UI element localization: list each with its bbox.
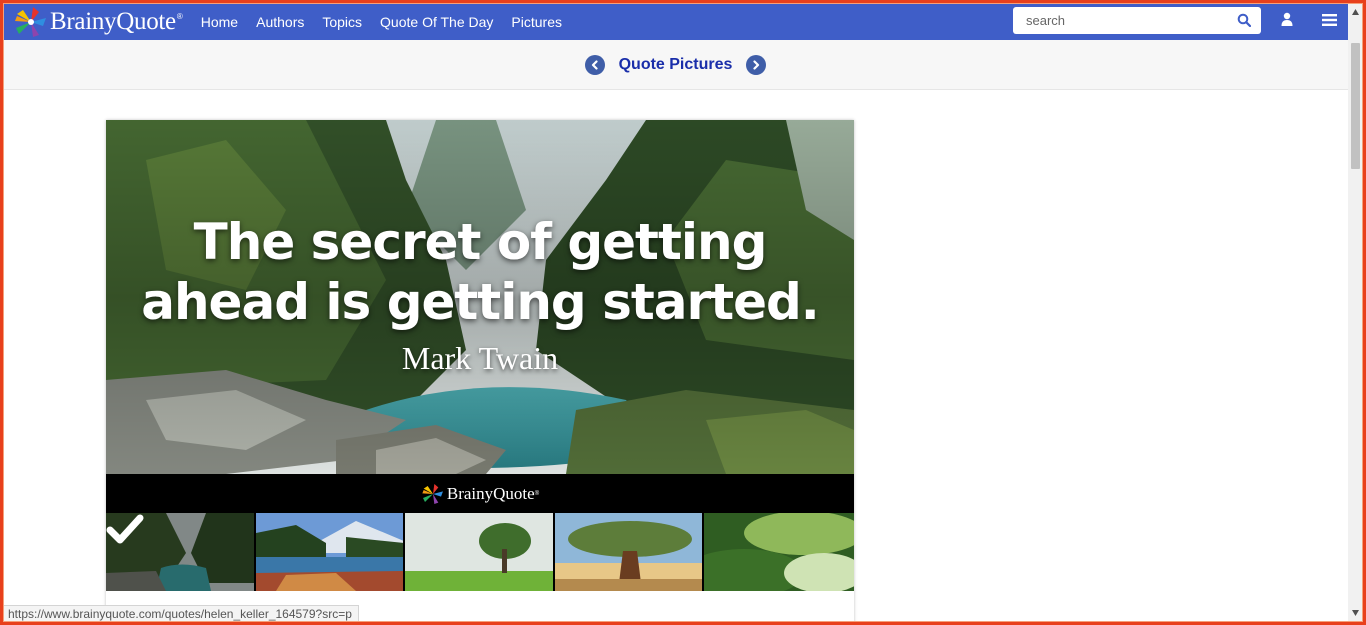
nav-authors[interactable]: Authors (256, 14, 304, 30)
chevron-right-icon (753, 59, 760, 70)
thumbnail-big-tree-sky[interactable] (554, 513, 703, 591)
nav-home[interactable]: Home (201, 14, 238, 30)
brainyquote-logo-icon (15, 6, 46, 37)
quote-text: The secret of getting ahead is getting s… (106, 212, 854, 332)
search-icon[interactable] (1237, 13, 1251, 27)
scrollbar-thumb[interactable] (1351, 43, 1360, 169)
quote-author: Mark Twain (401, 340, 559, 376)
nav-pictures[interactable]: Pictures (511, 14, 562, 30)
thumbnail-lone-tree-field-image (405, 513, 553, 591)
link-status-url: https://www.brainyquote.com/quotes/helen… (3, 605, 359, 623)
thumbnail-green-meadow[interactable] (704, 513, 854, 591)
thumbnail-river-forest[interactable] (106, 513, 254, 591)
hamburger-menu-icon[interactable] (1322, 13, 1337, 27)
previous-picture-button[interactable] (584, 54, 605, 75)
brand-logo[interactable]: BrainyQuote ® (13, 3, 183, 40)
selected-check-icon (106, 514, 144, 544)
watermark-strip: BrainyQuote ® (106, 474, 854, 513)
next-picture-button[interactable] (746, 54, 767, 75)
quote-text-line-2: ahead is getting started. (141, 273, 820, 331)
user-icon[interactable] (1280, 12, 1294, 26)
nav-quote-of-the-day[interactable]: Quote Of The Day (380, 14, 493, 30)
top-navbar: BrainyQuote ® Home Authors Topics Quote O… (3, 3, 1348, 40)
watermark-registered-mark: ® (534, 490, 540, 497)
page-title: Quote Pictures (618, 55, 733, 73)
chevron-left-icon (591, 59, 598, 70)
page-scrollbar[interactable] (1348, 3, 1363, 622)
quote-text-line-1: The secret of getting (193, 213, 768, 271)
search-input[interactable] (1013, 13, 1228, 28)
thumbnail-big-tree-sky-image (554, 513, 703, 591)
brand-name: BrainyQuote (50, 7, 176, 35)
thumbnail-mountain-lake[interactable] (255, 513, 404, 591)
brand-registered-mark: ® (176, 12, 183, 21)
quote-picture-card: The secret of getting ahead is getting s… (106, 120, 854, 625)
scroll-down-arrow-icon[interactable] (1352, 610, 1359, 616)
background-thumbnail-strip (106, 513, 854, 591)
nav-topics[interactable]: Topics (322, 14, 362, 30)
quote-picture[interactable]: The secret of getting ahead is getting s… (106, 120, 854, 474)
scroll-up-arrow-icon[interactable] (1352, 9, 1359, 15)
thumbnail-mountain-lake-image (255, 513, 404, 591)
thumbnail-green-meadow-image (704, 513, 854, 591)
brainyquote-watermark-icon (422, 483, 443, 504)
thumbnail-lone-tree-field[interactable] (405, 513, 553, 591)
watermark-brand: BrainyQuote (446, 483, 535, 503)
picture-subheader: Quote Pictures (3, 40, 1348, 90)
primary-nav: Home Authors Topics Quote Of The Day Pic… (201, 14, 580, 30)
search-box (1013, 7, 1261, 34)
